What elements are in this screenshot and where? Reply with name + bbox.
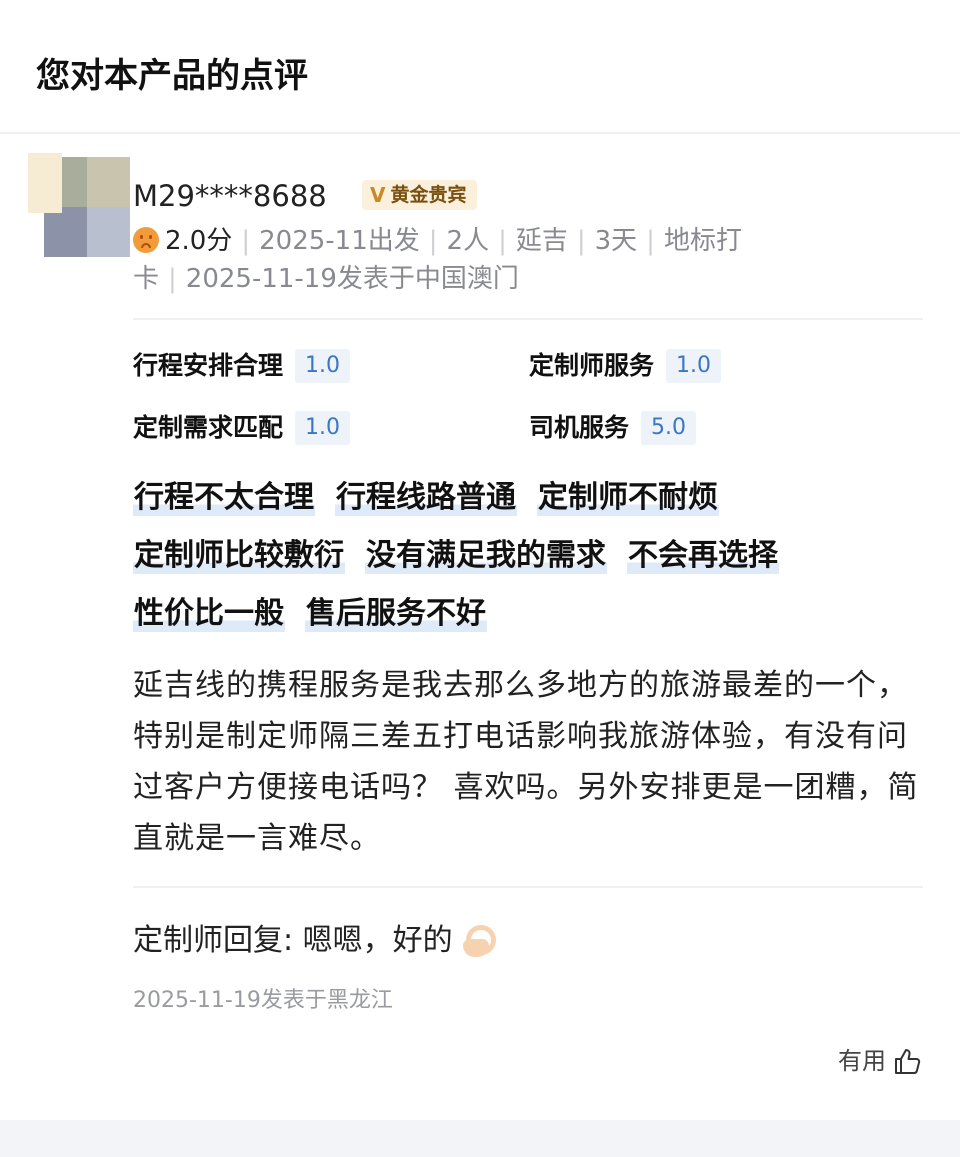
people-count: 2人	[446, 226, 490, 256]
designer-reply: 定制师回复: 嗯嗯，好的	[133, 918, 496, 964]
bottom-band	[0, 1120, 960, 1157]
vip-badge-label: 黄金贵宾	[390, 184, 467, 206]
posted-info: 2025-11-19发表于中国澳门	[185, 264, 519, 294]
page-title: 您对本产品的点评	[36, 56, 308, 96]
username: M29****8688	[133, 179, 327, 213]
vip-badge: V 黄金贵宾	[362, 180, 477, 210]
ok-hand-icon	[457, 922, 496, 960]
review-tag: 售后服务不好	[305, 596, 487, 632]
review-page: 您对本产品的点评 M29****8688 V 黄金贵宾 2.0分 | 2025-11…	[0, 0, 960, 1157]
tag-row: 性价比一般 售后服务不好	[133, 596, 923, 632]
rating-value: 5.0	[641, 411, 697, 445]
trip-duration: 3天	[594, 226, 638, 256]
rating-value: 1.0	[666, 349, 722, 383]
sad-face-icon	[133, 227, 159, 253]
section-divider	[133, 318, 923, 320]
review-tag: 不会再选择	[627, 538, 779, 574]
useful-button[interactable]: 有用	[838, 1044, 922, 1078]
review-tag: 定制师比较敷衍	[133, 538, 345, 574]
review-tag: 行程线路普通	[335, 480, 517, 516]
rating-value: 1.0	[295, 349, 351, 383]
rating-item: 行程安排合理 1.0	[133, 348, 351, 384]
reply-text: 定制师回复: 嗯嗯，好的	[133, 923, 453, 958]
thumbs-up-icon	[895, 1049, 921, 1074]
review-tag: 性价比一般	[133, 596, 285, 632]
rating-label: 司机服务	[529, 413, 630, 442]
review-tag: 行程不太合理	[133, 480, 315, 516]
rating-item: 定制师服务 1.0	[529, 348, 722, 384]
review-text: 延吉线的携程服务是我去那么多地方的旅游最差的一个，特别是制定师隔三差五打电话影响…	[133, 668, 919, 856]
rating-label: 行程安排合理	[133, 351, 284, 380]
destination: 延吉	[515, 226, 568, 256]
rating-label: 定制师服务	[529, 351, 655, 380]
tag-row: 行程不太合理 行程线路普通 定制师不耐烦	[133, 480, 923, 516]
useful-label: 有用	[838, 1047, 886, 1075]
review-tag: 定制师不耐烦	[537, 480, 719, 516]
review-meta: 2.0分 | 2025-11出发 | 2人 | 延吉 | 3天 | 地标打卡 | 2025-11-19发…	[133, 226, 742, 294]
tag-row: 定制师比较敷衍 没有满足我的需求 不会再选择	[133, 538, 923, 574]
rating-label: 定制需求匹配	[133, 413, 284, 442]
review-tags: 行程不太合理 行程线路普通 定制师不耐烦 定制师比较敷衍 没有满足我的需求 不会…	[133, 480, 923, 654]
review-tag: 没有满足我的需求	[365, 538, 607, 574]
travel-date: 2025-11出发	[259, 226, 420, 256]
avatar[interactable]	[28, 153, 130, 257]
section-divider	[133, 886, 923, 888]
rating-value: 1.0	[295, 411, 351, 445]
rating-item: 司机服务 5.0	[529, 410, 697, 446]
reply-date: 2025-11-19发表于黑龙江	[133, 988, 393, 1013]
review-score: 2.0分	[165, 226, 233, 256]
vip-v-icon: V	[370, 183, 386, 207]
rating-item: 定制需求匹配 1.0	[133, 410, 351, 446]
title-divider	[0, 132, 960, 134]
